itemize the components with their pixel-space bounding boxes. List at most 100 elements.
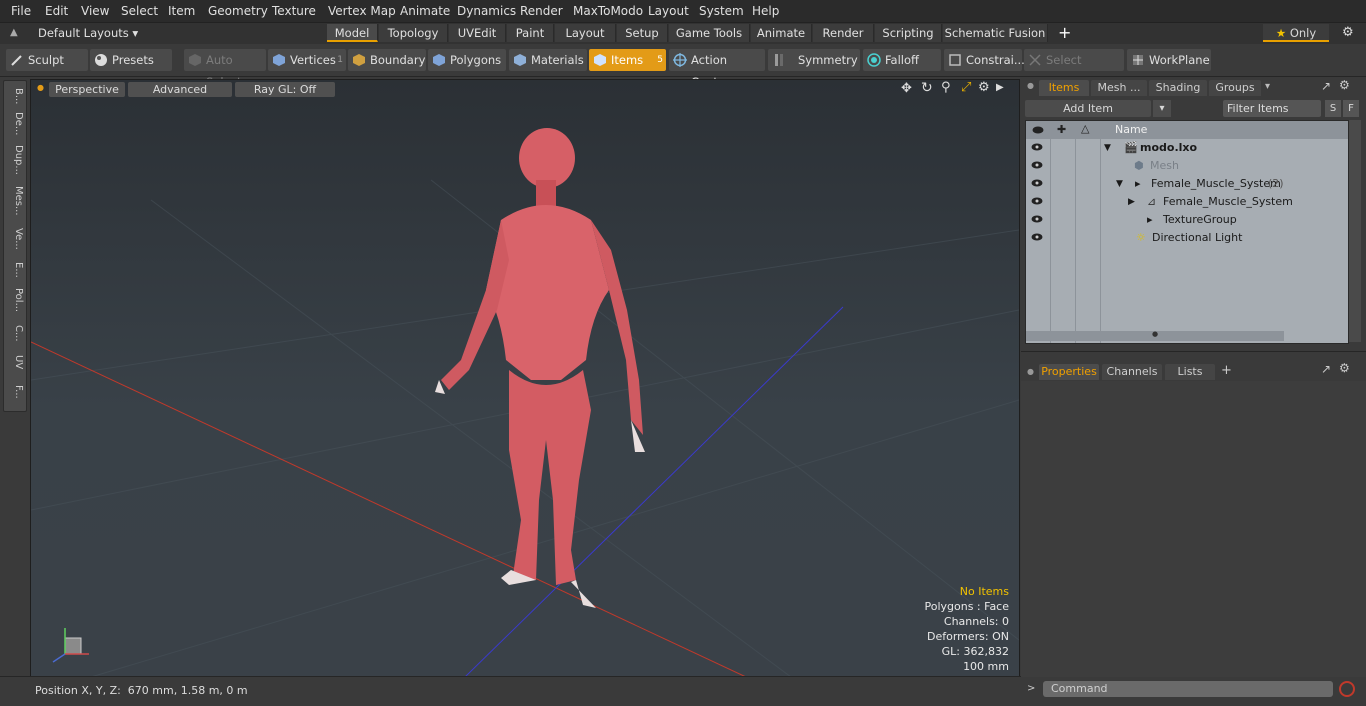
sculpt-button[interactable]: Sculpt bbox=[6, 49, 88, 71]
eye-icon[interactable] bbox=[1031, 233, 1043, 241]
left-tab-vertex[interactable]: Ve... bbox=[6, 225, 24, 253]
falloff-button[interactable]: Falloff bbox=[863, 49, 941, 71]
menu-vertex-map[interactable]: Vertex Map bbox=[328, 4, 396, 18]
command-input[interactable]: Command bbox=[1043, 681, 1333, 697]
tab-animate[interactable]: Animate bbox=[751, 24, 812, 42]
vertices-button[interactable]: Vertices 1 bbox=[268, 49, 346, 71]
menu-system[interactable]: System bbox=[699, 4, 744, 18]
maximize-icon[interactable]: ↗ bbox=[1321, 362, 1331, 376]
menu-file[interactable]: File bbox=[11, 4, 31, 18]
menu-texture[interactable]: Texture bbox=[272, 4, 316, 18]
constraints-button[interactable]: Constrai... bbox=[944, 49, 1025, 71]
symmetry-button[interactable]: Symmetry bbox=[768, 49, 860, 71]
tab-groups[interactable]: Groups bbox=[1209, 80, 1261, 96]
add-tab-icon[interactable]: + bbox=[1058, 23, 1071, 42]
presets-button[interactable]: Presets bbox=[90, 49, 172, 71]
left-tab-deform[interactable]: De... bbox=[6, 111, 24, 137]
tab-setup[interactable]: Setup bbox=[617, 24, 668, 42]
properties-content bbox=[1021, 381, 1366, 677]
add-item-button[interactable]: Add Item bbox=[1025, 100, 1151, 117]
tree-row-scene[interactable]: ▼ 🎬 modo.lxo bbox=[1026, 139, 1348, 157]
boundary-button[interactable]: Boundary bbox=[348, 49, 426, 71]
eye-icon[interactable] bbox=[1031, 215, 1043, 223]
tab-channels[interactable]: Channels bbox=[1102, 364, 1162, 380]
expand-arrow-icon[interactable]: ▼ bbox=[1104, 139, 1111, 157]
menu-layout[interactable]: Layout bbox=[648, 4, 689, 18]
collapse-arrow-icon[interactable]: ▶ bbox=[1128, 193, 1135, 211]
tab-scripting[interactable]: Scripting bbox=[875, 24, 942, 42]
tab-schematic-fusion[interactable]: Schematic Fusion bbox=[943, 24, 1048, 42]
left-tab-uv[interactable]: UV bbox=[6, 351, 24, 373]
tab-items[interactable]: Items bbox=[1039, 80, 1089, 96]
menu-help[interactable]: Help bbox=[752, 4, 779, 18]
left-tab-duplicate[interactable]: Dup... bbox=[6, 143, 24, 177]
search-mode-s-button[interactable]: S bbox=[1325, 100, 1341, 117]
tab-render[interactable]: Render bbox=[813, 24, 874, 42]
tab-mesh[interactable]: Mesh ... bbox=[1091, 80, 1147, 96]
layout-selector[interactable]: Default Layouts ▾ bbox=[38, 26, 138, 40]
action-center-button[interactable]: Action Center bbox=[669, 49, 765, 89]
left-vertical-tabs: B... De... Dup... Mes... Ve... E... Pol.… bbox=[3, 80, 27, 412]
menu-dynamics[interactable]: Dynamics bbox=[457, 4, 516, 18]
maximize-icon[interactable]: ↗ bbox=[1321, 79, 1331, 93]
tree-row-locator[interactable]: ▶ ⊿ Female_Muscle_System bbox=[1026, 193, 1348, 211]
left-tab-curve[interactable]: C... bbox=[6, 321, 24, 345]
presets-label: Presets bbox=[112, 53, 154, 67]
filter-mode-f-button[interactable]: F bbox=[1343, 100, 1359, 117]
tab-lists[interactable]: Lists bbox=[1165, 364, 1215, 380]
menu-geometry[interactable]: Geometry bbox=[208, 4, 268, 18]
3d-viewport[interactable]: ● Perspective Advanced Ray GL: Off ✥ ↻ ⚲… bbox=[30, 79, 1020, 678]
tab-model[interactable]: Model bbox=[327, 24, 378, 42]
menu-view[interactable]: View bbox=[81, 4, 109, 18]
eye-icon[interactable] bbox=[1031, 197, 1043, 205]
tree-row-light[interactable]: ☼ Directional Light bbox=[1026, 229, 1348, 247]
sculpt-label: Sculpt bbox=[28, 53, 64, 67]
tab-uvedit[interactable]: UVEdit bbox=[449, 24, 506, 42]
add-tab-icon[interactable]: + bbox=[1221, 363, 1232, 378]
panel-gear-icon[interactable]: ⚙ bbox=[1339, 361, 1350, 375]
tab-topology[interactable]: Topology bbox=[379, 24, 448, 42]
tabs-dropdown-icon[interactable]: ▾ bbox=[1265, 81, 1270, 92]
axis-header-icon: △ bbox=[1081, 122, 1090, 135]
left-tab-basic[interactable]: B... bbox=[6, 85, 24, 107]
polygons-button[interactable]: Polygons bbox=[428, 49, 506, 71]
tree-row-texture-group[interactable]: ▸ TextureGroup bbox=[1026, 211, 1348, 229]
eye-icon[interactable] bbox=[1031, 161, 1043, 169]
name-column-header[interactable]: Name bbox=[1115, 123, 1147, 136]
menu-animate[interactable]: Animate bbox=[400, 4, 450, 18]
menu-select[interactable]: Select bbox=[121, 4, 158, 18]
menu-edit[interactable]: Edit bbox=[45, 4, 68, 18]
left-tab-fusion[interactable]: F... bbox=[6, 379, 24, 405]
left-tab-polygon[interactable]: Pol... bbox=[6, 285, 24, 315]
vertical-scrollbar[interactable] bbox=[1349, 120, 1361, 342]
gear-icon[interactable]: ⚙ bbox=[1342, 25, 1354, 40]
add-item-dropdown-icon[interactable]: ▾ bbox=[1153, 100, 1171, 117]
materials-button[interactable]: Materials bbox=[509, 49, 587, 71]
record-icon[interactable] bbox=[1339, 681, 1355, 697]
eye-icon[interactable] bbox=[1031, 179, 1043, 187]
collapse-icon[interactable]: ▲ bbox=[10, 27, 18, 38]
tab-game-tools[interactable]: Game Tools bbox=[669, 24, 750, 42]
left-tab-mesh-edit[interactable]: Mes... bbox=[6, 183, 24, 219]
tree-row-group[interactable]: ▼ ▸ Female_Muscle_System (2) bbox=[1026, 175, 1348, 193]
workplane-button[interactable]: WorkPlane bbox=[1127, 49, 1211, 71]
left-tab-edge[interactable]: E... bbox=[6, 259, 24, 281]
only-toggle[interactable]: ★ Only bbox=[1263, 24, 1329, 42]
expand-arrow-icon[interactable]: ▼ bbox=[1116, 175, 1123, 193]
tree-row-mesh[interactable]: ⬢ Mesh bbox=[1026, 157, 1348, 175]
tab-properties[interactable]: Properties bbox=[1039, 364, 1099, 380]
eye-icon[interactable] bbox=[1031, 143, 1043, 151]
menu-maxtomodo[interactable]: MaxToModo bbox=[573, 4, 643, 18]
auto-select-button[interactable]: Auto Select bbox=[184, 49, 266, 89]
item-tree: ✚ △ Name ▼ 🎬 modo.lxo ⬢ Mesh ▼ ▸ Female_… bbox=[1025, 120, 1349, 344]
tab-layout[interactable]: Layout bbox=[555, 24, 616, 42]
tab-shading[interactable]: Shading bbox=[1149, 80, 1207, 96]
select-through-button[interactable]: Select Through bbox=[1024, 49, 1124, 89]
filter-items-input[interactable]: Filter Items bbox=[1223, 100, 1321, 117]
menu-render[interactable]: Render bbox=[520, 4, 563, 18]
texture-group-icon: ▸ bbox=[1147, 213, 1153, 226]
menu-item[interactable]: Item bbox=[168, 4, 195, 18]
tab-paint[interactable]: Paint bbox=[507, 24, 554, 42]
panel-gear-icon[interactable]: ⚙ bbox=[1339, 78, 1350, 92]
items-button[interactable]: Items 5 bbox=[589, 49, 666, 71]
